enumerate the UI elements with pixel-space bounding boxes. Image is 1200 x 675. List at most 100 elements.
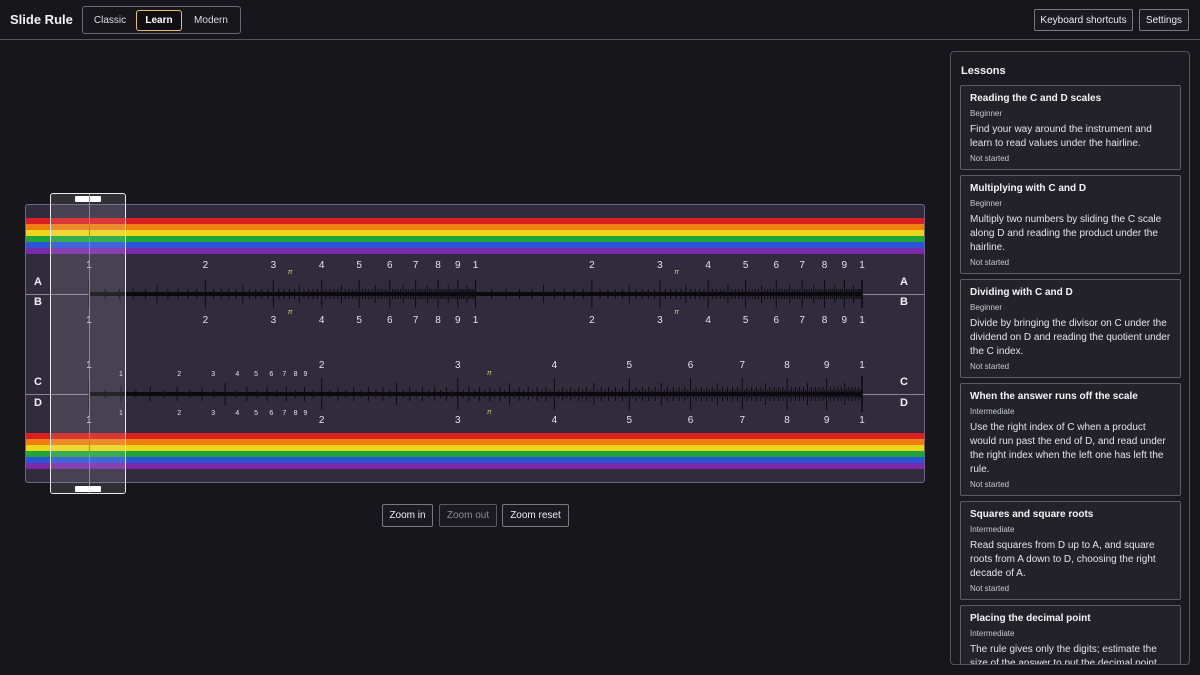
- scale-a-number: 5: [742, 260, 749, 271]
- scale-d-subnumber: 8: [293, 410, 298, 417]
- scale-a-number: 9: [455, 260, 461, 271]
- scale-c-subnumber: 7: [282, 371, 287, 378]
- scale-d-subnumber: 6: [269, 410, 274, 417]
- scale-b-number: 6: [386, 315, 393, 326]
- scale-d-number: 4: [551, 415, 558, 426]
- scale-c-number: 9: [823, 360, 830, 371]
- lesson-status: Not started: [970, 362, 1010, 371]
- scale-a-number: 5: [356, 260, 362, 271]
- scale-d-number: 9: [823, 415, 830, 426]
- lesson-title: Multiplying with C and D: [970, 183, 1087, 194]
- scale-d-number: 5: [626, 415, 633, 426]
- scale-d-number: 7: [739, 415, 746, 426]
- scale-a-number: 3: [657, 260, 663, 271]
- app-title: Slide Rule: [10, 12, 73, 27]
- lesson-description: Multiply two numbers by sliding the C sc…: [970, 214, 1162, 253]
- mode-switcher: Classic Learn Modern: [82, 6, 241, 34]
- settings-button[interactable]: Settings: [1139, 9, 1189, 31]
- scale-c-number: 6: [687, 360, 694, 371]
- lesson-level: Intermediate: [970, 629, 1015, 638]
- scale-a-number: 6: [773, 260, 780, 271]
- lesson-card[interactable]: Squares and square roots Intermediate Read…: [960, 501, 1181, 600]
- scale-c-subnumber: 2: [177, 371, 182, 378]
- lesson-level: Beginner: [970, 199, 1003, 208]
- scale-c-number: 5: [626, 360, 633, 371]
- scale-a-number: 1: [859, 260, 865, 271]
- mode-classic-button[interactable]: Classic: [87, 10, 133, 31]
- scale-c-number: 2: [318, 360, 325, 371]
- lesson-title: When the answer runs off the scale: [970, 391, 1138, 402]
- scale-d-number: 6: [687, 415, 694, 426]
- scale-a-number: 7: [799, 260, 805, 271]
- scale-c-number: 1: [859, 360, 865, 371]
- scale-c-subnumber: 6: [269, 371, 274, 378]
- lesson-card[interactable]: Placing the decimal point Intermediate The…: [960, 605, 1181, 665]
- scale-d-number: 3: [455, 415, 461, 426]
- lesson-description: The rule gives only the digits; estimate…: [970, 644, 1157, 665]
- zoom-reset-button[interactable]: Zoom reset: [502, 504, 569, 527]
- lesson-card[interactable]: When the answer runs off the scale Interm…: [960, 383, 1181, 496]
- pi-mark: π: [674, 269, 679, 276]
- scale-b-number: 6: [773, 315, 780, 326]
- keyboard-shortcuts-button[interactable]: Keyboard shortcuts: [1034, 9, 1133, 31]
- lessons-panel: Lessons Reading the C and D scales Beginn…: [950, 51, 1190, 665]
- scale-b-number: 1: [472, 315, 479, 326]
- lesson-status: Not started: [970, 154, 1010, 163]
- cursor[interactable]: [50, 193, 126, 494]
- cursor-handle-top[interactable]: [75, 196, 101, 202]
- scale-a-number: 8: [435, 260, 441, 271]
- lesson-status: Not started: [970, 480, 1010, 489]
- top-bar: Slide Rule Classic Learn Modern Keyboard…: [0, 0, 1200, 40]
- scale-b-number: 5: [742, 315, 749, 326]
- lesson-title: Reading the C and D scales: [970, 93, 1102, 104]
- lesson-level: Beginner: [970, 109, 1003, 118]
- scale-c-subnumber: 9: [303, 371, 308, 378]
- lesson-card[interactable]: Reading the C and D scales Beginner Find y…: [960, 85, 1181, 170]
- lesson-card[interactable]: Multiplying with C and D Beginner Multiply…: [960, 175, 1181, 274]
- slide-rule[interactable]: A B C D A B C D 112233445566778899112233…: [25, 204, 925, 483]
- scale-c-subnumber: 4: [235, 371, 240, 378]
- scale-b-number: 5: [356, 315, 362, 326]
- lesson-status: Not started: [970, 258, 1010, 267]
- scale-b-number: 4: [705, 315, 711, 326]
- zoom-out-button[interactable]: Zoom out: [439, 504, 497, 527]
- lesson-title: Placing the decimal point: [970, 613, 1091, 624]
- lesson-level: Beginner: [970, 303, 1003, 312]
- scale-b-number: 9: [841, 315, 848, 326]
- scale-a-number: 8: [821, 260, 828, 271]
- scale-c-subnumber: 5: [254, 371, 259, 378]
- scale-a-number: 2: [589, 260, 595, 271]
- scale-b-number: 4: [318, 315, 325, 326]
- pi-mark: π: [486, 370, 492, 377]
- lesson-card[interactable]: Dividing with C and D Beginner Divide by b…: [960, 279, 1181, 378]
- pi-mark: π: [674, 309, 679, 316]
- lesson-status: Not started: [970, 584, 1010, 593]
- scale-b-number: 3: [657, 315, 663, 326]
- cursor-handle-bottom[interactable]: [75, 486, 101, 492]
- mode-modern-button[interactable]: Modern: [186, 10, 236, 31]
- scale-numbers: 11223344556677889911223344556677889911ππ…: [26, 205, 924, 482]
- scale-b-number: 2: [202, 315, 209, 326]
- scale-d-subnumber: 5: [254, 410, 259, 417]
- scale-b-number: 3: [270, 315, 277, 326]
- scale-d-subnumber: 9: [303, 410, 308, 417]
- scale-b-number: 7: [799, 315, 805, 326]
- scale-c-number: 3: [455, 360, 461, 371]
- mode-learn-button[interactable]: Learn: [136, 10, 182, 31]
- scale-a-number: 9: [841, 260, 848, 271]
- lesson-description: Read squares from D up to A, and square …: [970, 540, 1156, 579]
- scale-d-subnumber: 4: [235, 410, 240, 417]
- scale-a-number: 4: [705, 260, 711, 271]
- scale-b-number: 2: [589, 315, 595, 326]
- scale-c-number: 7: [739, 360, 746, 371]
- zoom-in-button[interactable]: Zoom in: [382, 504, 433, 527]
- scale-b-number: 9: [455, 315, 461, 326]
- scale-c-subnumber: 3: [211, 371, 216, 378]
- hairline: [89, 194, 90, 493]
- pi-mark: π: [287, 269, 293, 276]
- lesson-title: Dividing with C and D: [970, 287, 1073, 298]
- scale-c-number: 8: [784, 360, 790, 371]
- scale-a-number: 4: [318, 260, 325, 271]
- pi-mark: π: [287, 309, 293, 316]
- scale-d-number: 2: [318, 415, 325, 426]
